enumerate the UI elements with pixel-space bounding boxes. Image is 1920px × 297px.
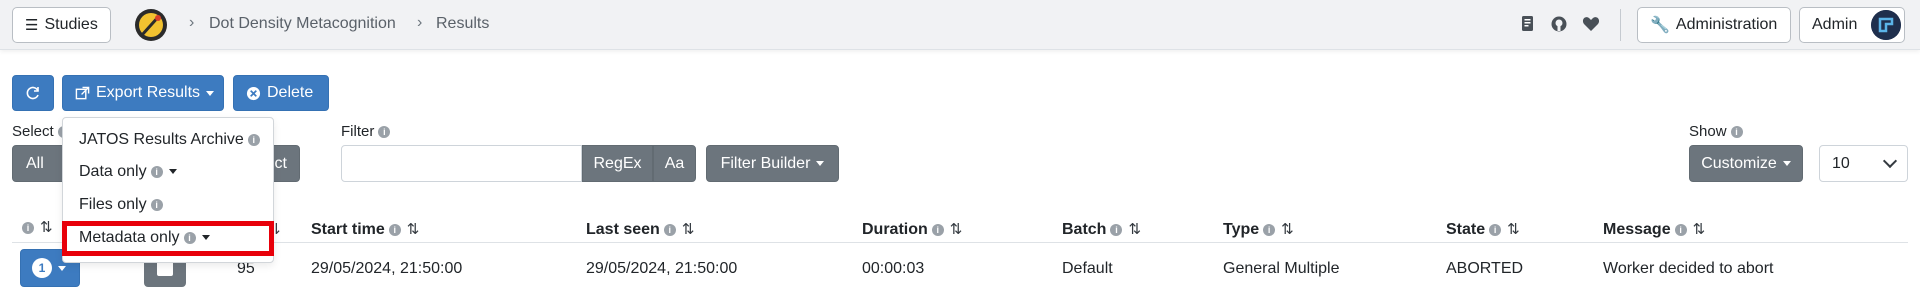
breadcrumb-results: Results (436, 15, 490, 32)
sort-icon: ⇅ (1507, 221, 1520, 238)
state-column-header[interactable]: State i ⇅ (1446, 220, 1520, 239)
documentation-icon[interactable] (1519, 14, 1537, 34)
info-icon: i (22, 221, 34, 234)
breadcrumb-separator-icon: › (189, 14, 195, 31)
info-icon: i (247, 133, 260, 146)
filter-label: Filter i (341, 123, 391, 140)
info-icon: i (663, 223, 676, 236)
export-jatos-archive-item[interactable]: JATOS Results Archive i (79, 131, 260, 149)
duration-cell: 00:00:03 (862, 260, 925, 277)
type-column-header[interactable]: Type i ⇅ (1223, 220, 1294, 239)
sort-icon: ⇅ (949, 221, 963, 238)
last-seen-column-header[interactable]: Last seen i ⇅ (586, 220, 694, 239)
breadcrumb-separator-icon: › (417, 14, 423, 31)
row-index-badge: 1 (32, 258, 52, 278)
info-icon: i (388, 223, 401, 236)
avatar (1871, 10, 1901, 40)
jatos-logo-icon[interactable] (134, 8, 168, 42)
last-seen-cell: 29/05/2024, 21:50:00 (586, 260, 738, 277)
message-column-header[interactable]: Message i ⇅ (1603, 220, 1705, 239)
navbar-divider (1620, 9, 1621, 41)
info-icon: i (931, 223, 944, 236)
case-sensitive-label: Aa (664, 154, 685, 172)
start-time-column-header[interactable]: Start time i ⇅ (311, 220, 419, 239)
sort-icon: ⇅ (40, 219, 53, 236)
table-header-divider (12, 242, 1908, 243)
info-icon: i (1263, 223, 1276, 236)
delete-label: Delete (267, 84, 314, 101)
refresh-button[interactable] (12, 75, 54, 111)
external-link-icon (75, 86, 90, 99)
caret-down-icon (206, 90, 215, 96)
user-label: Admin (1812, 16, 1858, 33)
heart-icon[interactable] (1582, 14, 1600, 34)
export-results-button[interactable]: Export Results (62, 75, 224, 111)
info-icon: i (1489, 223, 1502, 236)
delete-button[interactable]: Delete (233, 75, 329, 111)
studies-button[interactable]: ☰ Studies (12, 7, 111, 43)
info-icon: i (150, 198, 163, 211)
select-column-header[interactable]: i ⇅ (22, 218, 53, 237)
sort-icon: ⇅ (406, 221, 420, 238)
studies-label: Studies (44, 16, 98, 33)
regex-label: RegEx (593, 154, 642, 172)
chevron-down-icon (1882, 153, 1898, 169)
batch-cell: Default (1062, 260, 1113, 277)
show-label: Show i (1689, 123, 1743, 140)
menu-icon: ☰ (25, 17, 39, 34)
sort-icon: ⇅ (1128, 221, 1142, 238)
filter-input[interactable] (341, 145, 582, 182)
export-results-label: Export Results (96, 84, 201, 101)
select-all-label: All (26, 154, 44, 172)
caret-down-icon (58, 265, 66, 271)
info-icon: i (1674, 223, 1687, 236)
customize-label: Customize (1701, 154, 1777, 172)
info-icon: i (150, 165, 163, 178)
sort-icon: ⇅ (1281, 221, 1294, 238)
info-icon: i (1110, 223, 1123, 236)
state-cell: ABORTED (1446, 260, 1524, 277)
user-menu-button[interactable]: Admin (1799, 7, 1905, 43)
administration-button[interactable]: 🔧 Administration (1637, 7, 1791, 43)
sort-icon: ⇅ (1692, 221, 1706, 238)
caret-down-icon (1782, 161, 1791, 166)
info-icon: i (1730, 126, 1743, 139)
top-navbar: ☰ Studies › Dot Density Metacognition › … (0, 0, 1920, 50)
duration-column-header[interactable]: Duration i ⇅ (862, 220, 962, 239)
page-size-select[interactable]: 10 (1819, 145, 1908, 182)
sort-icon: ⇅ (681, 221, 695, 238)
metadata-only-highlight (62, 221, 274, 256)
message-cell: Worker decided to abort (1603, 260, 1774, 277)
x-circle-icon (246, 86, 261, 100)
info-icon: i (378, 126, 391, 139)
type-cell: General Multiple (1223, 260, 1340, 277)
case-sensitive-toggle-button[interactable]: Aa (653, 145, 696, 182)
wrench-icon: 🔧 (1650, 17, 1670, 34)
select-all-button[interactable]: All (12, 145, 68, 182)
customize-button[interactable]: Customize (1689, 145, 1803, 182)
regex-toggle-button[interactable]: RegEx (582, 145, 653, 182)
export-data-only-item[interactable]: Data only i (79, 163, 177, 181)
export-files-only-item[interactable]: Files only i (79, 196, 163, 214)
filter-builder-label: Filter Builder (720, 154, 811, 172)
github-icon[interactable] (1550, 14, 1568, 34)
deselect-label: ct (274, 154, 287, 172)
breadcrumb-study[interactable]: Dot Density Metacognition (209, 15, 396, 33)
start-time-cell: 29/05/2024, 21:50:00 (311, 260, 463, 277)
filter-builder-button[interactable]: Filter Builder (706, 145, 839, 182)
page-size-value: 10 (1832, 154, 1850, 172)
refresh-icon (26, 86, 39, 100)
caret-down-icon (816, 161, 825, 166)
administration-label: Administration (1675, 16, 1778, 33)
caret-down-icon (168, 169, 177, 175)
batch-column-header[interactable]: Batch i ⇅ (1062, 220, 1141, 239)
